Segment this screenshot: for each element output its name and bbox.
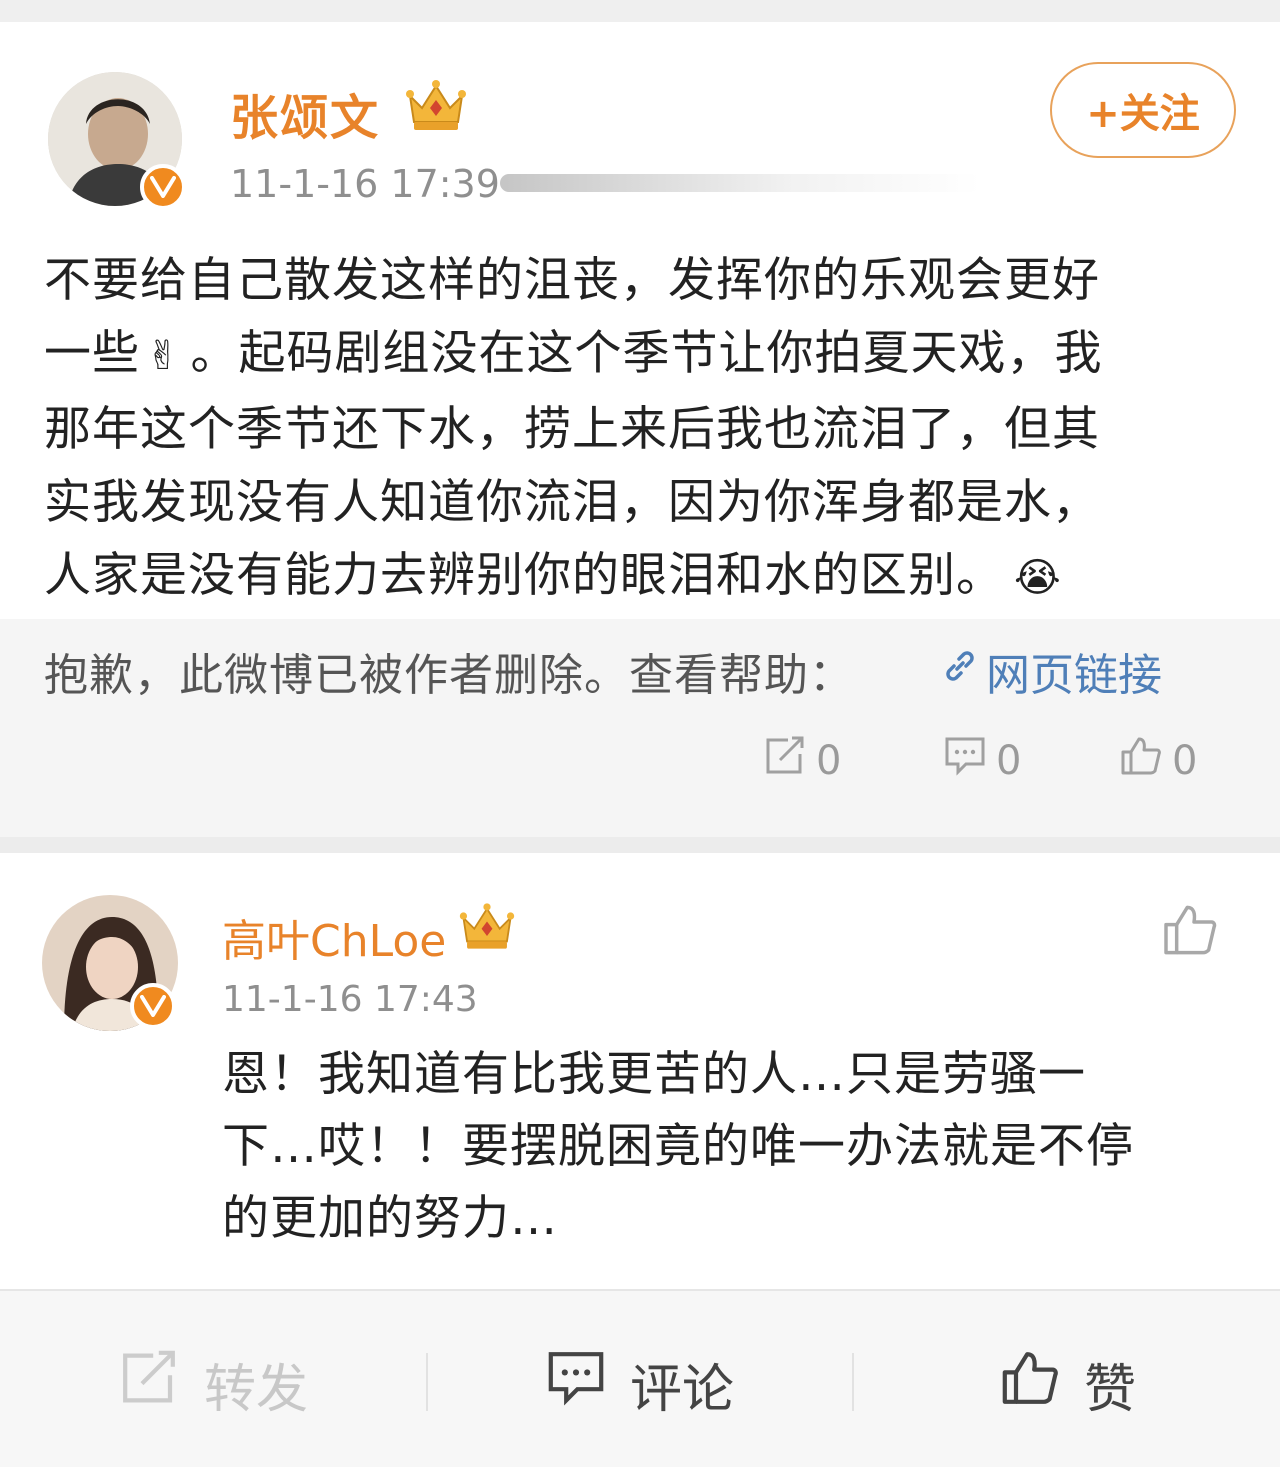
comment-like-button[interactable] xyxy=(1162,903,1218,961)
weibo-post: 张颂文 11-1-16 17:39 +关注 不要给自己散发这样的沮丧，发挥你的乐… xyxy=(0,22,1280,837)
comment-author-name[interactable]: 高叶ChLoe xyxy=(222,905,446,969)
action-divider xyxy=(852,1353,854,1411)
web-link-label: 网页链接 xyxy=(986,650,1162,701)
vip-crown-icon xyxy=(404,78,468,136)
top-divider xyxy=(0,0,1280,22)
comment-icon xyxy=(546,1350,606,1419)
follow-button[interactable]: +关注 xyxy=(1050,62,1236,158)
comment-count-button[interactable]: 0 xyxy=(944,731,1021,791)
like-count-button[interactable]: 0 xyxy=(1120,731,1197,791)
deleted-notice: 抱歉，此微博已被作者删除。查看帮助： xyxy=(44,650,854,701)
action-divider xyxy=(426,1353,428,1411)
post-line: 一些 ✌ 。起码剧组没在这个季节让你拍夏天戏，我 xyxy=(44,326,1103,381)
verified-badge-icon xyxy=(130,983,176,1029)
crying-emoji-icon: 😭 xyxy=(1014,555,1062,601)
link-icon xyxy=(940,646,980,697)
comment-label: 评论 xyxy=(630,1359,735,1420)
comment-item: 高叶ChLoe 11-1-16 17:43 恩！我知道有比我更苦的人…只是劳骚一… xyxy=(0,853,1280,1289)
post-timestamp: 11-1-16 17:39 xyxy=(230,162,500,206)
web-link[interactable]: 网页链接 xyxy=(940,639,1162,703)
repost-icon xyxy=(764,736,806,786)
verified-badge-icon xyxy=(140,164,186,210)
post-author-name[interactable]: 张颂文 xyxy=(230,78,380,148)
comment-icon xyxy=(944,736,986,786)
weibo-page: 张颂文 11-1-16 17:39 +关注 不要给自己散发这样的沮丧，发挥你的乐… xyxy=(0,0,1280,1467)
deleted-repost-box: 抱歉，此微博已被作者删除。查看帮助： 网页链接 0 0 0 xyxy=(0,619,1280,837)
post-line: 实我发现没有人知道你流泪，因为你浑身都是水， xyxy=(44,475,1100,530)
repost-icon xyxy=(118,1350,180,1419)
like-count: 0 xyxy=(1172,738,1198,784)
post-line: 不要给自己散发这样的沮丧，发挥你的乐观会更好 xyxy=(44,253,1100,308)
thumbs-up-icon xyxy=(1000,1350,1060,1419)
repost-button[interactable]: 转发 xyxy=(118,1349,309,1420)
post-line: 那年这个季节还下水，捞上来后我也流泪了，但其 xyxy=(44,402,1100,457)
comment-body: 恩！我知道有比我更苦的人…只是劳骚一 下…哎！！要摆脱困竟的唯一办法就是不停 的… xyxy=(222,1039,1252,1255)
post-line: 人家是没有能力去辨别你的眼泪和水的区别。 😭 xyxy=(44,548,1062,603)
victory-emoji-icon: ✌ xyxy=(146,333,181,379)
image-smear xyxy=(500,174,980,192)
vip-crown-icon xyxy=(458,901,516,955)
like-label: 赞 xyxy=(1084,1359,1137,1420)
post-body: 不要给自己散发这样的沮丧，发挥你的乐观会更好 一些 ✌ 。起码剧组没在这个季节让你拍… xyxy=(44,244,1239,615)
like-button[interactable]: 赞 xyxy=(1000,1349,1137,1420)
comment-line: 下…哎！！要摆脱困竟的唯一办法就是不停 xyxy=(222,1119,1134,1174)
section-divider xyxy=(0,837,1280,853)
thumbs-up-icon xyxy=(1120,736,1162,786)
repost-count-button[interactable]: 0 xyxy=(764,731,841,791)
comment-line: 恩！我知道有比我更苦的人…只是劳骚一 xyxy=(222,1047,1086,1102)
comment-timestamp: 11-1-16 17:43 xyxy=(222,979,478,1020)
thumbs-up-icon xyxy=(1162,905,1218,961)
comment-button[interactable]: 评论 xyxy=(546,1349,735,1420)
comment-count: 0 xyxy=(996,738,1022,784)
repost-label: 转发 xyxy=(204,1359,309,1420)
repost-count: 0 xyxy=(816,738,842,784)
bottom-action-bar: 转发 评论 赞 xyxy=(0,1289,1280,1467)
comment-line: 的更加的努力… xyxy=(222,1191,558,1246)
